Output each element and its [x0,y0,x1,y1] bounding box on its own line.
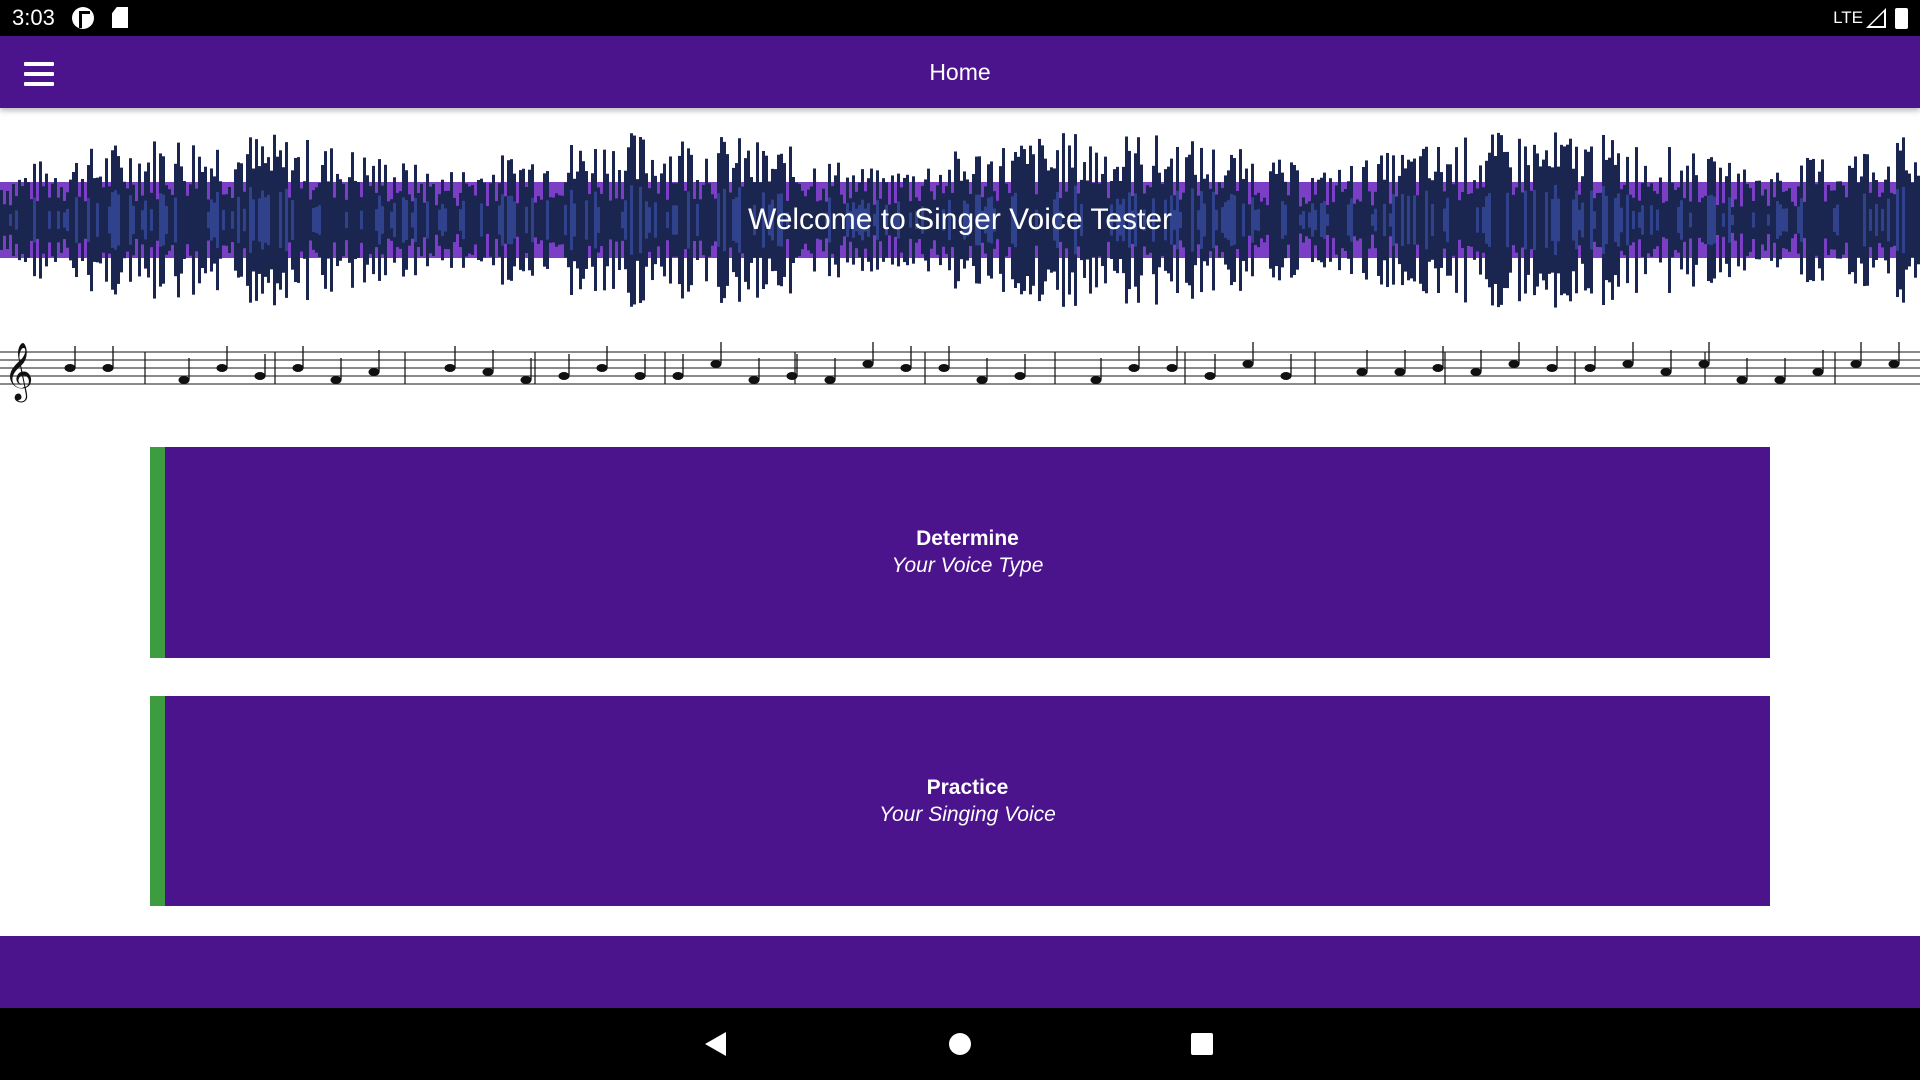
determine-voice-type-button[interactable]: Determine Your Voice Type [150,447,1770,658]
card-subtitle: Your Singing Voice [879,803,1056,826]
battery-icon [1895,8,1908,29]
sheet-music-image: 𝄞 [0,342,1920,403]
card-subtitle: Your Voice Type [891,554,1044,577]
status-time: 3:03 [12,5,55,30]
recents-icon[interactable] [1191,1033,1213,1055]
pandora-icon [72,7,94,29]
sd-card-icon [112,7,128,28]
card-title: Practice [926,776,1009,799]
back-icon[interactable] [705,1032,726,1056]
welcome-text: Welcome to Singer Voice Tester [747,203,1173,236]
signal-icon [1866,8,1886,28]
app-bar: Home [0,36,1920,108]
home-icon[interactable] [949,1033,971,1055]
hamburger-menu-icon[interactable] [24,62,54,86]
network-type: LTE [1833,8,1863,27]
status-bar: 3:03 LTE [0,0,1920,36]
page-title: Home [929,59,991,85]
hero-banner: Welcome to Singer Voice Tester [0,120,1920,320]
navigation-bar [0,1008,1920,1080]
footer-band [0,936,1920,1008]
treble-clef-icon: 𝄞 [4,342,34,403]
card-title: Determine [916,527,1019,550]
practice-singing-voice-button[interactable]: Practice Your Singing Voice [150,696,1770,906]
